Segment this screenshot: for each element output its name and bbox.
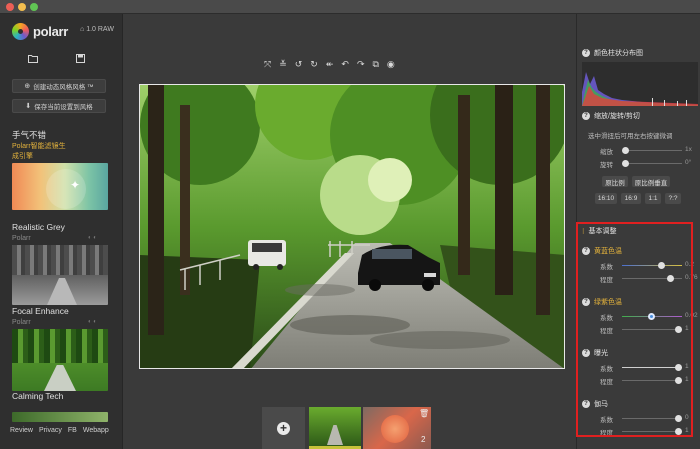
rotate-left-icon[interactable]: ↺ [295, 59, 303, 70]
copy-icon[interactable]: ⧉ [372, 59, 378, 70]
save-style-label: 保存当前设置到风格 [34, 104, 93, 111]
filter-name-focal-enhance: Focal Enhance [12, 306, 69, 316]
rotate-right-icon[interactable]: ↻ [310, 59, 318, 70]
filter-thumbnail-realistic-grey[interactable] [12, 245, 108, 305]
plus-circle-icon: ⊕ [24, 83, 31, 90]
help-icon[interactable]: ? [582, 112, 590, 120]
ratio-16-10-button[interactable]: 16:10 [595, 193, 617, 204]
photo-count: 2 [421, 435, 426, 444]
plus-icon: + [277, 421, 290, 435]
filmstrip-thumbnail-flower[interactable]: 🗑 2 [363, 407, 431, 449]
filmstrip-thumbnail-active[interactable] [309, 407, 361, 449]
filter-action-icons[interactable]: ◐ ◐ [88, 235, 97, 241]
highlight-box [576, 222, 693, 437]
window-titlebar [0, 0, 700, 14]
rotate-slider-row[interactable]: 旋转 0° [582, 159, 698, 169]
open-file-button[interactable] [28, 54, 39, 66]
zoom-slider-row[interactable]: 缩放 1x [582, 146, 698, 156]
trash-icon[interactable]: 🗑 [419, 409, 429, 418]
left-panel: polarr ⌂ 1.0 RAW ⊕ 创建动态风格风格 ™ ⬇ 保存当前设置到风… [0, 14, 123, 449]
filter-author: Polarr [12, 235, 31, 242]
webapp-link[interactable]: Webapp [83, 427, 109, 434]
ratio-1-1-button[interactable]: 1:1 [645, 193, 661, 204]
zoom-slider-track[interactable] [622, 147, 682, 154]
footer-links: Review Privacy FB Webapp [10, 427, 109, 434]
app-logo: polarr [12, 23, 68, 40]
app-name: polarr [33, 24, 69, 39]
rotate-value: 0° [685, 159, 692, 166]
filter-thumbnail-calming-tech[interactable] [12, 412, 108, 422]
polarr-logo-icon [12, 23, 29, 40]
compare-icon[interactable]: ≚ [279, 59, 287, 70]
ratio-16-9-button[interactable]: 16:9 [621, 193, 641, 204]
pin-icon: ⬇ [25, 103, 32, 110]
filter-name-realistic-grey: Realistic Grey [12, 222, 65, 232]
ratio-custom-button[interactable]: ?:? [665, 193, 681, 204]
save-file-button[interactable] [76, 54, 85, 66]
folder-open-icon [28, 55, 38, 63]
featured-title: 手气不错 [12, 130, 47, 140]
rotate-slider-knob[interactable] [622, 160, 629, 167]
redo-icon[interactable]: ↷ [357, 59, 365, 70]
histogram-header[interactable]: ? 颜色柱状分布图 [582, 48, 643, 58]
filter-name-calming-tech: Calming Tech [12, 391, 64, 401]
edit-toolbar: ⤧ ≚ ↺ ↻ ↞ ↶ ↷ ⧉ ◉ [264, 59, 395, 70]
preview-icon[interactable]: ◉ [387, 59, 395, 70]
zoom-window-button[interactable] [30, 3, 38, 11]
home-icon: ⌂ [80, 26, 85, 33]
zoom-slider-knob[interactable] [622, 147, 629, 154]
filter-thumbnail-focal-enhance[interactable] [12, 329, 108, 391]
magic-wand-icon: ✦ [70, 178, 81, 192]
histogram [582, 62, 698, 106]
zoom-label: 缩放 [600, 149, 613, 156]
rotate-slider-track[interactable] [622, 160, 682, 167]
rotate-label: 旋转 [600, 162, 613, 169]
version-label: 1.0 RAW [86, 26, 114, 33]
undo-all-icon[interactable]: ↞ [326, 59, 334, 70]
fb-link[interactable]: FB [68, 427, 77, 434]
featured-style-thumbnail[interactable]: ✦ [12, 163, 108, 210]
featured-subtitle: Polarr智能滤镜生 [12, 143, 66, 150]
crop-header[interactable]: ? 缩放/旋转/剪切 [582, 111, 640, 121]
filter-author: Polarr [12, 319, 31, 326]
forest-road-photo [140, 85, 564, 368]
crop-hint: 选中滑扭后可用左右按键微调 [588, 133, 673, 140]
undo-icon[interactable]: ↶ [341, 59, 349, 70]
add-photo-button[interactable]: + [262, 407, 305, 449]
close-window-button[interactable] [6, 3, 14, 11]
fullscreen-icon[interactable]: ⤧ [264, 59, 271, 70]
crop-title: 缩放/旋转/剪切 [594, 113, 640, 120]
filter-action-icons[interactable]: ◐ ◐ [88, 319, 97, 325]
help-icon[interactable]: ? [582, 49, 590, 57]
create-style-button[interactable]: ⊕ 创建动态风格风格 ™ [12, 79, 106, 93]
original-ratio-button[interactable]: 原比例 [602, 176, 628, 187]
photo-canvas[interactable] [139, 84, 565, 369]
minimize-window-button[interactable] [18, 3, 26, 11]
create-style-label: 创建动态风格风格 ™ [33, 84, 94, 91]
original-ratio-vertical-button[interactable]: 原比例垂直 [632, 176, 670, 187]
save-icon [76, 54, 85, 63]
zoom-value: 1x [685, 146, 692, 153]
featured-subtitle-2: 成引擎 [12, 153, 33, 160]
histogram-title: 颜色柱状分布图 [594, 50, 643, 57]
version-badge: ⌂ 1.0 RAW [80, 26, 114, 33]
histogram-graph [582, 72, 698, 106]
save-style-button[interactable]: ⬇ 保存当前设置到风格 [12, 99, 106, 113]
review-link[interactable]: Review [10, 427, 33, 434]
privacy-link[interactable]: Privacy [39, 427, 62, 434]
